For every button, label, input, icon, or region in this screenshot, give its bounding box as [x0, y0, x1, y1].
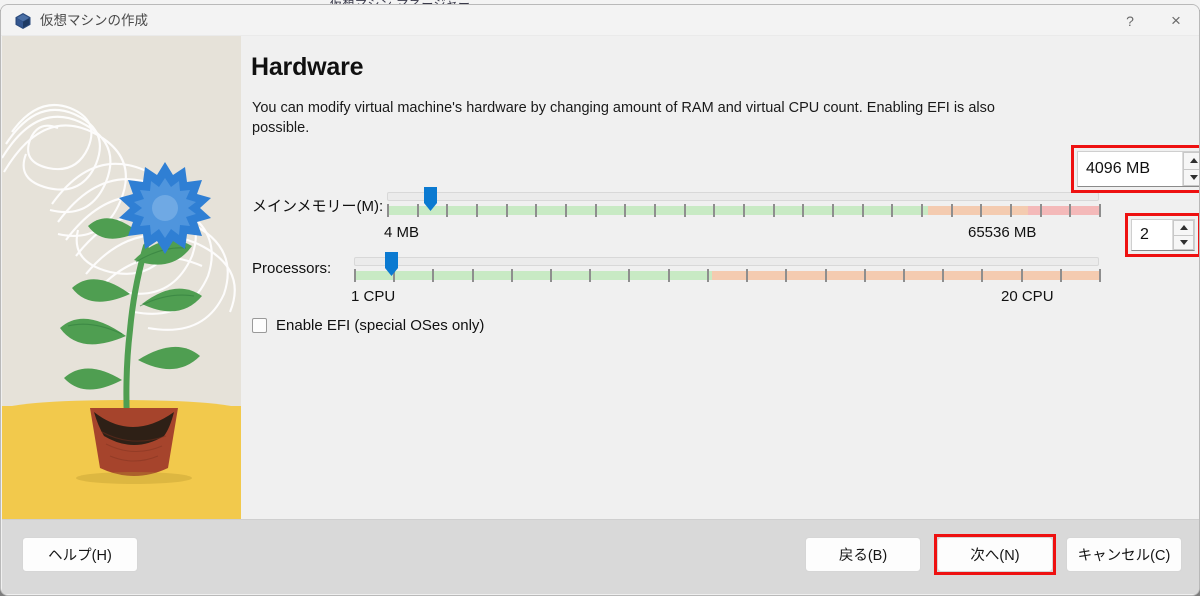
- wizard-content: Hardware You can modify virtual machine'…: [241, 36, 1199, 519]
- slider-tick: [416, 204, 419, 217]
- slider-tick: [1010, 204, 1012, 217]
- processors-slider[interactable]: [354, 251, 1101, 285]
- memory-max-label: 65536 MB: [968, 224, 1037, 241]
- slider-tick: [1099, 269, 1101, 282]
- next-button[interactable]: 次へ(N): [937, 537, 1053, 572]
- enable-efi-label: Enable EFI (special OSes only): [276, 317, 485, 334]
- slider-tick: [505, 204, 508, 217]
- cancel-button[interactable]: キャンセル(C): [1066, 537, 1182, 572]
- memory-min-label: 4 MB: [384, 224, 420, 241]
- slider-tick: [654, 204, 656, 217]
- processors-slider-groove: [354, 257, 1099, 266]
- slider-tick: [535, 204, 538, 217]
- slider-tick: [743, 204, 745, 217]
- slider-tick: [565, 204, 567, 217]
- slider-tick: [902, 269, 905, 282]
- processors-min-label: 1 CPU: [351, 288, 396, 305]
- slider-tick: [387, 204, 389, 217]
- slider-tick: [628, 269, 631, 282]
- slider-tick: [942, 269, 945, 282]
- memory-stepper-down[interactable]: [1183, 168, 1199, 186]
- processors-stepper-up[interactable]: [1173, 220, 1194, 235]
- memory-spinbox-steppers: [1182, 152, 1199, 186]
- back-button[interactable]: 戻る(B): [805, 537, 921, 572]
- wizard-illustration: [2, 36, 241, 519]
- dialog-titlebar: 仮想マシンの作成 ? ×: [1, 5, 1199, 36]
- enable-efi-checkbox-row[interactable]: Enable EFI (special OSes only): [252, 317, 484, 334]
- processors-max-label: 20 CPU: [1001, 288, 1054, 305]
- slider-tick: [594, 204, 597, 217]
- chevron-down-icon: [1179, 239, 1188, 245]
- help-button[interactable]: ヘルプ(H): [22, 537, 138, 572]
- slider-tick: [550, 269, 553, 282]
- close-x-glyph: ×: [1171, 10, 1181, 30]
- memory-slider-groove: [387, 192, 1099, 201]
- chevron-down-icon: [1189, 174, 1198, 180]
- processors-spinbox-value[interactable]: 2: [1132, 226, 1172, 244]
- slider-tick: [785, 269, 788, 282]
- page-title: Hardware: [251, 53, 364, 81]
- slider-tick: [832, 204, 834, 217]
- titlebar-help-icon[interactable]: ?: [1107, 5, 1153, 36]
- slider-tick: [824, 269, 827, 282]
- slider-tick: [589, 269, 592, 282]
- slider-tick: [1099, 204, 1101, 217]
- slider-tick: [624, 204, 627, 217]
- slider-tick: [706, 269, 709, 282]
- memory-spinbox[interactable]: 4096 MB: [1077, 151, 1199, 187]
- processors-slider-label: Processors:: [252, 260, 332, 277]
- enable-efi-checkbox[interactable]: [252, 318, 267, 333]
- processors-slider-handle[interactable]: [384, 251, 399, 277]
- slider-tick: [980, 204, 983, 217]
- slider-tick: [476, 204, 478, 217]
- memory-slider-ticks: [387, 204, 1101, 217]
- dialog-footer: ヘルプ(H) 戻る(B) 次へ(N) キャンセル(C): [2, 519, 1199, 594]
- dialog-title: 仮想マシンの作成: [40, 13, 148, 28]
- slider-tick: [1039, 204, 1042, 217]
- plant-illustration-art: [2, 103, 236, 484]
- slider-tick: [1059, 269, 1062, 282]
- chevron-up-icon: [1179, 225, 1188, 231]
- slider-tick: [772, 204, 775, 217]
- processors-slider-ticks: [354, 269, 1101, 282]
- virtualbox-cube-icon: [14, 12, 32, 30]
- processors-spinbox[interactable]: 2: [1131, 219, 1195, 251]
- memory-slider[interactable]: [387, 186, 1101, 220]
- close-icon[interactable]: ×: [1153, 5, 1199, 36]
- memory-slider-handle[interactable]: [423, 186, 438, 212]
- slider-tick: [354, 269, 356, 282]
- memory-slider-label: メインメモリー(M):: [252, 198, 384, 215]
- slider-tick: [891, 204, 894, 217]
- slider-tick: [981, 269, 984, 282]
- memory-spinbox-value[interactable]: 4096 MB: [1078, 160, 1182, 178]
- slider-tick: [510, 269, 513, 282]
- help-question-icon: ?: [1126, 12, 1134, 29]
- chevron-up-icon: [1189, 158, 1198, 164]
- slider-tick: [1020, 269, 1023, 282]
- slider-tick: [471, 269, 474, 282]
- processors-spinbox-steppers: [1172, 220, 1194, 250]
- slider-tick: [921, 204, 923, 217]
- slider-tick: [713, 204, 716, 217]
- slider-tick: [861, 204, 864, 217]
- slider-tick: [683, 204, 686, 217]
- slider-tick: [802, 204, 805, 217]
- slider-tick: [1069, 204, 1072, 217]
- page-description: You can modify virtual machine's hardwar…: [252, 100, 995, 136]
- slider-tick: [950, 204, 953, 217]
- slider-tick: [446, 204, 449, 217]
- slider-tick: [746, 269, 749, 282]
- slider-tick: [863, 269, 866, 282]
- create-virtual-machine-dialog: 仮想マシンの作成 ? × Hardware You can modify vir…: [0, 4, 1200, 596]
- processors-stepper-down[interactable]: [1173, 234, 1194, 250]
- slider-tick: [432, 269, 435, 282]
- memory-stepper-up[interactable]: [1183, 152, 1199, 169]
- slider-tick: [667, 269, 670, 282]
